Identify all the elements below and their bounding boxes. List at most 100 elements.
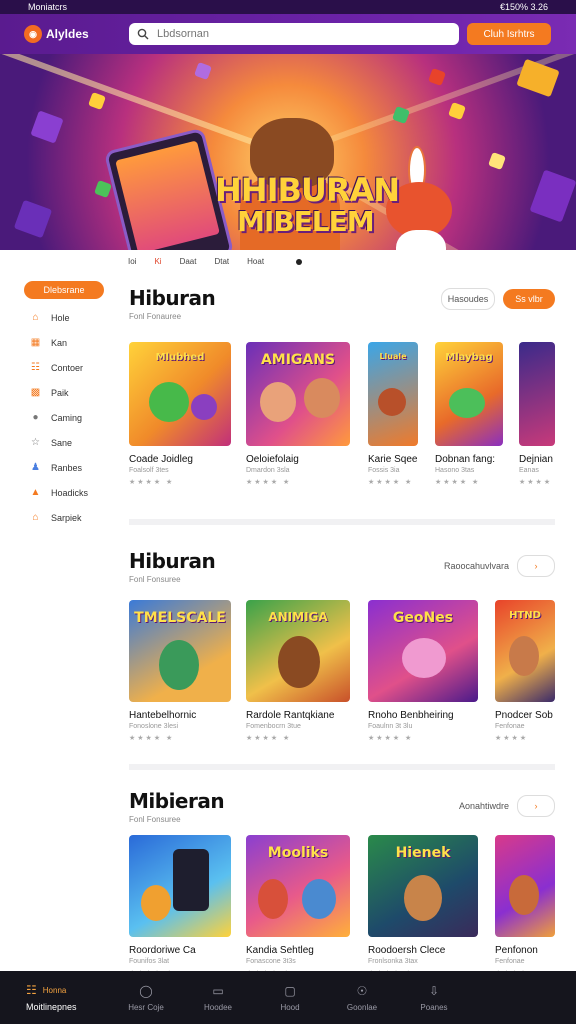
game-card[interactable]: TMELSCALE Hantebelhornic Fonoslone 3lesi… <box>129 600 231 742</box>
app-logo[interactable]: ◉ Alyldes <box>24 25 89 43</box>
rating-stars: ★★★★ ★ <box>129 735 175 742</box>
sidebar-item-home[interactable]: ⌂ Hole <box>24 305 120 330</box>
banner-cube <box>30 110 64 144</box>
sidebar-item-sane[interactable]: ☆ Sane <box>24 430 120 455</box>
game-meta: Fossis 3ia <box>368 467 400 474</box>
section-view-all-button[interactable]: Ss vlbr <box>503 289 555 309</box>
game-card[interactable]: Roordoriwe Ca Founifos 3lat ★★★★ ★ <box>129 835 231 971</box>
chevron-right-icon[interactable]: › <box>517 555 555 577</box>
search-input[interactable] <box>155 27 439 41</box>
carousel-item[interactable]: Ioi <box>128 257 136 266</box>
game-card[interactable]: Penfonon Fenfonae ★★★★ <box>495 835 555 971</box>
grid-icon: ▦ <box>30 337 41 348</box>
sidebar-item-kan[interactable]: ▦ Kan <box>24 330 120 355</box>
nav-tablet[interactable]: ▭ Hoodee <box>182 971 254 1024</box>
carousel-item[interactable]: Ki <box>154 257 161 266</box>
puzzle-icon: ▩ <box>30 387 41 398</box>
game-title: Hantebelhornic <box>129 710 197 721</box>
banner-title-line1: HHIBURAN <box>215 171 400 209</box>
game-title: Rnoho Benbheiring <box>368 710 454 721</box>
rating-stars: ★★★★ <box>519 479 553 486</box>
game-thumbnail: GeoNes <box>368 600 478 702</box>
chat-icon: ◯ <box>139 983 153 998</box>
thumbnail-title: Mlubhed <box>155 352 205 363</box>
thumbnail-title: AMIGANS <box>260 352 336 368</box>
app-name: Alyldes <box>46 27 89 41</box>
game-title: Coade Joidleg <box>129 454 193 465</box>
game-meta: Foalsolf 3tes <box>129 467 169 474</box>
banner-cube <box>529 169 576 223</box>
nav-box[interactable]: ▢ Hood <box>254 971 326 1024</box>
home-icon: ⌂ <box>32 312 39 323</box>
section-divider <box>129 764 555 770</box>
section-link[interactable]: Aonahtiwdre <box>459 801 509 811</box>
thumbnail-title: TMELSCALE <box>134 610 226 626</box>
logo-icon: ◉ <box>24 25 42 43</box>
nav-download[interactable]: ⇩ Poanes <box>398 971 470 1024</box>
search-icon <box>137 28 149 40</box>
sidebar-item-ranbes[interactable]: ♟ Ranbes <box>24 455 120 480</box>
game-thumbnail: Mlaybag <box>435 342 503 446</box>
game-card[interactable]: Mlaybag Dobnan fang: Hasono 3tas ★★★★ ★ <box>435 342 503 486</box>
game-meta: Fenfonae <box>495 723 525 730</box>
carousel-item[interactable]: Dtat <box>214 257 229 266</box>
game-title: Pnodcer Sob <box>495 710 553 721</box>
hero-banner[interactable]: HHIBURAN MIBELEM <box>0 54 576 250</box>
carousel-indicator: Ioi Ki Daat Dtat Hoat <box>128 257 303 266</box>
game-card[interactable]: Lluale Karie Sqee Fossis 3ia ★★★★ ★ <box>368 342 418 486</box>
game-card[interactable]: Hienek Roodoersh Clece Fronlsonka 3tax ★… <box>368 835 478 971</box>
game-card[interactable]: ANIMIGA Rardole Rantqkiane Fomenbocrn 3t… <box>246 600 350 742</box>
game-card[interactable]: GeoNes Rnoho Benbheiring Foaulnn 3t 3lu … <box>368 600 478 742</box>
game-meta: Foaulnn 3t 3lu <box>368 723 413 730</box>
box-icon: ▢ <box>284 983 296 998</box>
banner-cube <box>194 62 212 80</box>
game-thumbnail: TMELSCALE <box>129 600 231 702</box>
banner-cube <box>488 152 506 170</box>
section-link[interactable]: Raoocahuvlvara <box>444 561 509 571</box>
game-meta: Fronlsonka 3tax <box>368 958 418 965</box>
section-hiburan-2: Hiburan Fonl Fonsuree Raoocahuvlvara › T… <box>129 549 555 759</box>
game-card[interactable]: Mlubhed Coade Joidleg Foalsolf 3tes ★★★★… <box>129 342 231 486</box>
game-card[interactable]: AMIGANS Oeloiefolaig Dmardon 3sla ★★★★ ★ <box>246 342 350 486</box>
game-card[interactable]: Mooliks Kandia Sehtleg Fonascone 3t3s ★★… <box>246 835 350 971</box>
fire-icon: ▲ <box>30 487 41 498</box>
game-title: Roodoersh Clece <box>368 945 446 956</box>
download-icon: ⇩ <box>428 983 440 998</box>
rating-stars: ★★★★ ★ <box>368 479 414 486</box>
tablet-icon: ▭ <box>212 983 224 998</box>
game-meta: Dmardon 3sla <box>246 467 290 474</box>
sidebar-item-controller[interactable]: ☷ Contoer <box>24 355 120 380</box>
game-title: Oeloiefolaig <box>246 454 299 465</box>
header-cta-button[interactable]: Cluh Isrhtrs <box>467 23 551 45</box>
game-card[interactable]: Dejnian Eanas ★★★★ <box>519 342 555 486</box>
banner-title-line2: MIBELEM <box>237 205 375 238</box>
thumbnail-title: Mlaybag <box>445 352 493 363</box>
banner-title: HHIBURAN MIBELEM <box>215 171 400 238</box>
sidebar-item-gaming[interactable]: ● Caming <box>24 405 120 430</box>
game-thumbnail: Mooliks <box>246 835 350 937</box>
game-card[interactable]: HTND Pnodcer Sob Fenfonae ★★★★ <box>495 600 555 742</box>
chevron-right-icon[interactable]: › <box>517 795 555 817</box>
carousel-item[interactable]: Hoat <box>247 257 264 266</box>
game-thumbnail: Mlubhed <box>129 342 231 446</box>
sidebar-item-hoadicks[interactable]: ▲ Hoadicks <box>24 480 120 505</box>
nav-chat[interactable]: ◯ Hesr Coje <box>110 971 182 1024</box>
bottom-navigation: ☷ Honna Moitlinepnes ◯ Hesr Coje ▭ Hoodee ▢… <box>0 971 576 1024</box>
sidebar-item-puzzle[interactable]: ▩ Paik <box>24 380 120 405</box>
nav-compass[interactable]: ☉ Goonlae <box>326 971 398 1024</box>
game-meta: Hasono 3tas <box>435 467 475 474</box>
game-title: Penfonon <box>495 945 538 956</box>
banner-cube <box>88 92 106 110</box>
section-filter-button[interactable]: Hasoudes <box>441 288 495 310</box>
game-title: Karie Sqee <box>368 454 418 465</box>
thumbnail-title: GeoNes <box>392 610 454 626</box>
game-meta: Fonascone 3t3s <box>246 958 296 965</box>
carousel-dot[interactable] <box>296 258 303 265</box>
nav-home[interactable]: ☷ Honna Moitlinepnes <box>0 971 110 1024</box>
game-meta: Fonoslone 3lesi <box>129 723 179 730</box>
banner-cube <box>448 102 466 120</box>
sidebar-item-sarpiek[interactable]: ⌂ Sarpiek <box>24 505 120 530</box>
sidebar-main-button[interactable]: Dlebsrane <box>24 281 104 299</box>
thumbnail-title: HTND <box>509 610 541 621</box>
carousel-item[interactable]: Daat <box>180 257 197 266</box>
